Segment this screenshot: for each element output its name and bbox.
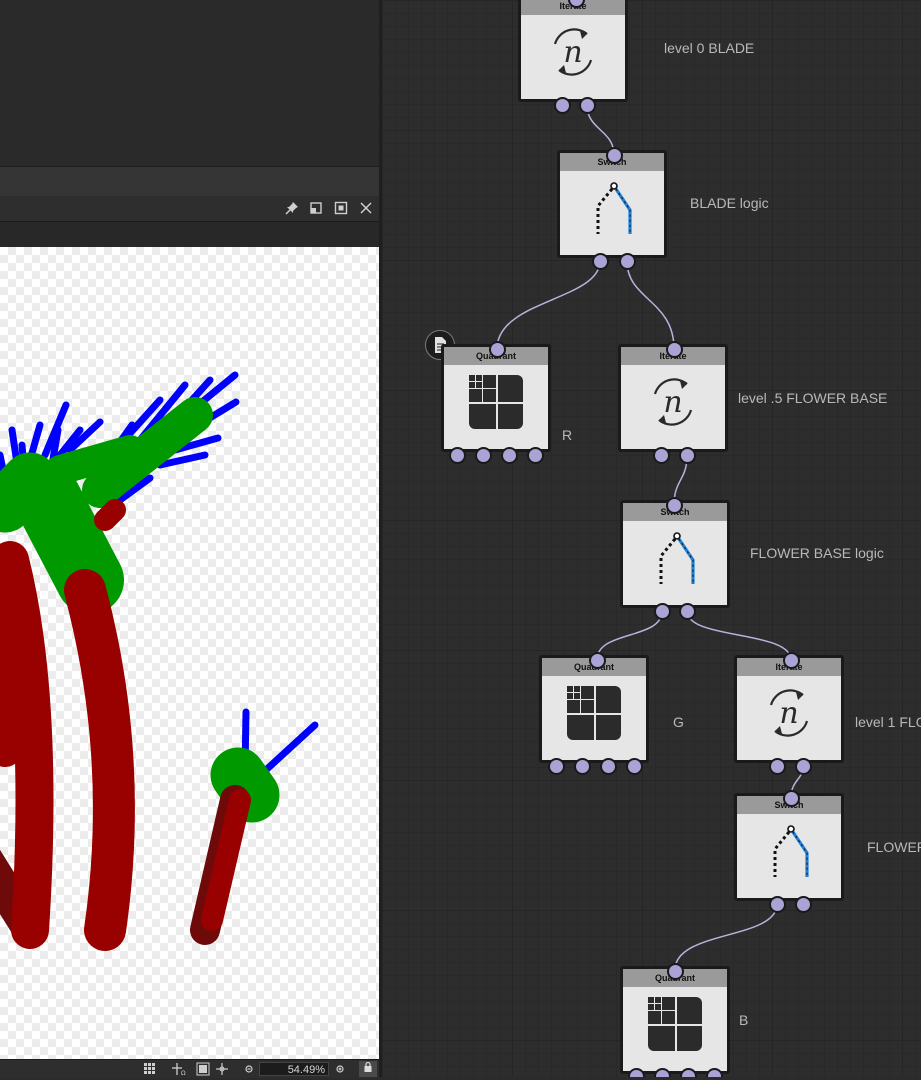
node-iterate-level1[interactable]: Iterate <box>734 655 844 763</box>
input-port[interactable] <box>589 652 606 669</box>
node-comment: BLADE logic <box>690 195 769 211</box>
left-panel: Ω 54.49% <box>0 0 380 1078</box>
input-port[interactable] <box>783 790 800 807</box>
node-quadrant-b[interactable]: Quadrant <box>620 966 730 1074</box>
node-comment: R <box>562 427 573 443</box>
output-port[interactable] <box>679 447 696 464</box>
node-comment: level 0 BLADE <box>664 40 755 56</box>
output-port[interactable] <box>795 758 812 775</box>
switch-icon <box>645 528 705 588</box>
iterate-icon <box>643 372 703 432</box>
output-port[interactable] <box>554 97 571 114</box>
output-port[interactable] <box>653 447 670 464</box>
maximize-icon[interactable] <box>333 200 349 216</box>
output-port[interactable] <box>475 447 492 464</box>
input-port[interactable] <box>667 963 684 980</box>
output-port[interactable] <box>501 447 518 464</box>
output-port[interactable] <box>592 253 609 270</box>
input-port[interactable] <box>606 147 623 164</box>
viewer-header <box>0 196 379 222</box>
lock-icon[interactable] <box>359 1061 377 1077</box>
output-port[interactable] <box>654 603 671 620</box>
top-panel-strip <box>0 166 379 197</box>
output-port[interactable] <box>769 758 786 775</box>
node-comment: level 1 FLO <box>855 714 921 730</box>
frame-icon[interactable] <box>196 1062 210 1080</box>
grid-icon[interactable] <box>143 1062 157 1080</box>
node-switch-blade[interactable]: Switch <box>557 150 667 258</box>
input-port[interactable] <box>666 341 683 358</box>
node-iterate-flower-base[interactable]: Iterate <box>618 344 728 452</box>
pan-icon[interactable] <box>215 1062 229 1080</box>
pin-icon[interactable] <box>284 200 300 216</box>
output-port[interactable] <box>679 603 696 620</box>
quadrant-icon <box>466 372 526 432</box>
transform-icon[interactable]: Ω <box>171 1062 187 1080</box>
node-switch-flower[interactable]: Switch <box>734 793 844 901</box>
svg-text:Ω: Ω <box>181 1070 186 1076</box>
zoom-out-icon[interactable] <box>244 1062 254 1080</box>
output-port[interactable] <box>600 758 617 775</box>
node-comment: FLOWER <box>867 839 921 855</box>
node-quadrant-r[interactable]: Quadrant <box>441 344 551 452</box>
node-iterate-level0[interactable]: Iterate <box>518 0 628 102</box>
viewer-toolbar-gap <box>0 222 379 247</box>
viewer-statusbar: Ω 54.49% <box>0 1059 379 1078</box>
zoom-field[interactable]: 54.49% <box>259 1062 329 1076</box>
output-port[interactable] <box>574 758 591 775</box>
input-port[interactable] <box>666 497 683 514</box>
node-comment: G <box>673 714 684 730</box>
switch-icon <box>759 821 819 881</box>
quadrant-icon <box>564 683 624 743</box>
node-comment: level .5 FLOWER BASE <box>738 390 888 406</box>
quadrant-icon <box>645 994 705 1054</box>
input-port[interactable] <box>489 341 506 358</box>
output-port[interactable] <box>795 896 812 913</box>
output-port[interactable] <box>449 447 466 464</box>
node-switch-flower-base[interactable]: Switch <box>620 500 730 608</box>
float-window-icon[interactable] <box>308 200 324 216</box>
node-graph[interactable]: Iterate level 0 BLADE Switch BLADE logic… <box>382 0 921 1077</box>
top-panel <box>0 0 379 166</box>
output-port[interactable] <box>548 758 565 775</box>
node-comment: B <box>739 1012 749 1028</box>
image-viewport[interactable] <box>0 247 379 1059</box>
switch-icon <box>582 178 642 238</box>
output-port[interactable] <box>579 97 596 114</box>
output-port[interactable] <box>626 758 643 775</box>
node-comment: FLOWER BASE logic <box>750 545 884 561</box>
iterate-icon <box>543 22 603 82</box>
node-quadrant-g[interactable]: Quadrant <box>539 655 649 763</box>
output-port[interactable] <box>619 253 636 270</box>
input-port[interactable] <box>783 652 800 669</box>
zoom-in-icon[interactable] <box>335 1062 345 1080</box>
output-port[interactable] <box>527 447 544 464</box>
iterate-icon <box>759 683 819 743</box>
output-port[interactable] <box>769 896 786 913</box>
close-icon[interactable] <box>358 200 374 216</box>
rendered-image <box>0 371 319 951</box>
